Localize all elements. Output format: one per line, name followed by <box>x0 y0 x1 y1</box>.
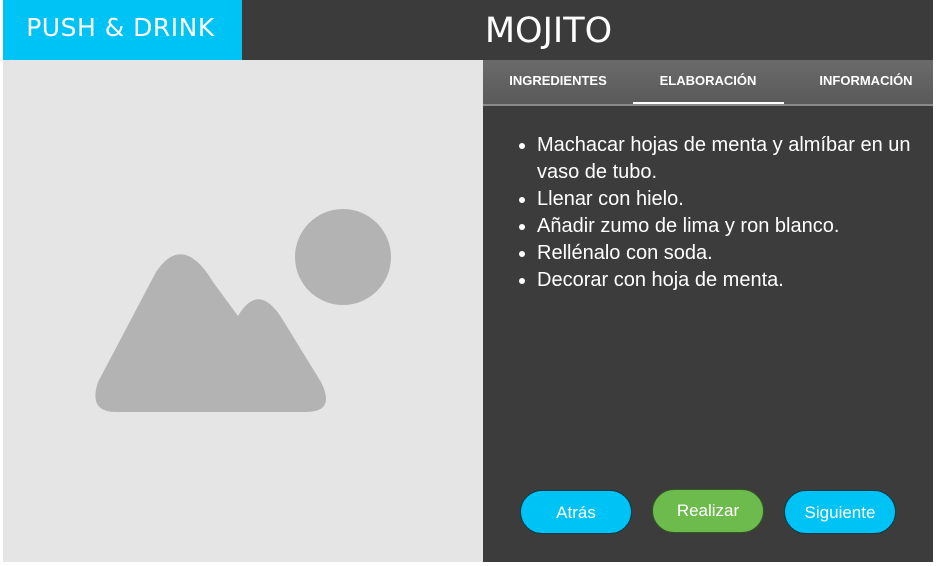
list-item: Machacar hojas de menta y almíbar en un … <box>537 132 937 186</box>
list-item: Rellénalo con soda. <box>537 240 937 267</box>
placeholder-sun-shape <box>295 209 391 305</box>
tab-informacion[interactable]: INFORMACIÓN <box>801 60 931 104</box>
make-drink-button[interactable]: Realizar <box>652 489 764 533</box>
brand-logo[interactable]: PUSH & DRINK <box>3 0 242 60</box>
bottom-divider <box>0 562 938 566</box>
app-header: PUSH & DRINK MOJITO <box>3 0 933 60</box>
list-item: Llenar con hielo. <box>537 186 937 213</box>
image-placeholder-icon <box>95 209 391 412</box>
preparation-steps: Machacar hojas de menta y almíbar en un … <box>515 132 937 294</box>
recipe-tabs: INGREDIENTES ELABORACIÓN INFORMACIÓN <box>483 60 933 106</box>
tab-ingredientes[interactable]: INGREDIENTES <box>493 60 623 104</box>
cocktail-image-panel <box>3 60 483 562</box>
tab-elaboracion[interactable]: ELABORACIÓN <box>633 60 783 104</box>
list-item: Decorar con hoja de menta. <box>537 267 937 294</box>
list-item: Añadir zumo de lima y ron blanco. <box>537 213 937 240</box>
placeholder-mountain-shape <box>95 254 326 412</box>
back-button[interactable]: Atrás <box>520 490 632 534</box>
next-button[interactable]: Siguiente <box>784 490 896 534</box>
page-title: MOJITO <box>484 11 613 51</box>
active-tab-indicator <box>633 102 784 104</box>
recipe-panel: INGREDIENTES ELABORACIÓN INFORMACIÓN Mac… <box>483 60 933 562</box>
